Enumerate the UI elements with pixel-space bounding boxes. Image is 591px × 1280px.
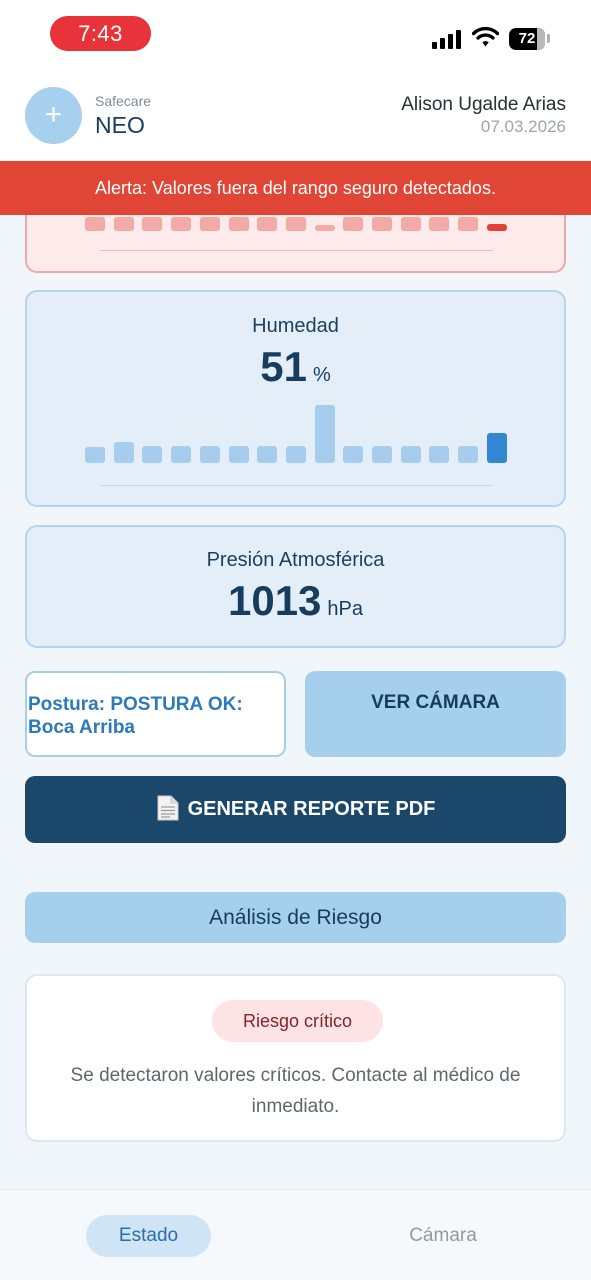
temperature-bar <box>458 217 478 231</box>
humidity-bar <box>458 446 478 463</box>
humidity-bar <box>200 446 220 463</box>
temperature-bar <box>229 217 249 231</box>
risk-status-badge: Riesgo crítico <box>212 1000 383 1042</box>
risk-card: Riesgo crítico Se detectaron valores crí… <box>25 974 566 1142</box>
posture-line-1: Postura: POSTURA OK: <box>28 694 243 715</box>
temperature-bar <box>315 225 335 231</box>
humidity-bar <box>286 446 306 463</box>
humidity-baseline <box>100 485 493 486</box>
humidity-bar <box>487 433 507 463</box>
temperature-bar <box>85 217 105 231</box>
nav-tab-estado[interactable]: Estado <box>86 1215 211 1257</box>
user-name: Alison Ugalde Arias <box>401 94 566 115</box>
brand-name: NEO <box>95 112 145 138</box>
pressure-unit: hPa <box>327 598 364 620</box>
document-icon <box>157 795 179 821</box>
humidity-bar <box>343 446 363 463</box>
wifi-icon <box>472 26 499 47</box>
temperature-bar <box>286 217 306 231</box>
humidity-bar <box>114 442 134 463</box>
signal-icon <box>432 30 461 49</box>
pressure-value: 1013 <box>227 577 322 624</box>
humidity-title: Humedad <box>252 315 339 337</box>
humidity-bar <box>429 446 449 463</box>
status-time[interactable]: 7:43 <box>50 16 151 51</box>
temperature-bar <box>142 217 162 231</box>
temperature-bar <box>372 217 392 231</box>
humidity-bars <box>85 403 510 463</box>
temperature-bar <box>487 224 507 231</box>
humidity-bar <box>85 447 105 463</box>
humidity-bar <box>401 446 421 463</box>
pressure-value-row: 1013 hPa <box>27 577 564 625</box>
posture-line-2: Boca Arriba <box>28 717 135 738</box>
view-camera-button[interactable]: VER CÁMARA <box>305 671 566 757</box>
generate-pdf-button[interactable]: GENERAR REPORTE PDF <box>25 776 566 843</box>
alert-banner: Alerta: Valores fuera del rango seguro d… <box>0 161 591 215</box>
posture-status: Postura: POSTURA OK: Boca Arriba <box>25 671 286 757</box>
plus-logo-icon: + <box>25 87 82 144</box>
temperature-bar <box>114 217 134 231</box>
humidity-value: 51 <box>260 343 307 390</box>
humidity-bar <box>171 446 191 463</box>
humidity-bar <box>372 446 392 463</box>
humidity-bar <box>142 446 162 463</box>
temperature-bar <box>257 217 277 231</box>
temperature-bar <box>429 217 449 231</box>
battery-level: 72 <box>518 30 536 47</box>
battery-icon: 72 <box>509 28 545 50</box>
temperature-bar <box>171 217 191 231</box>
current-date: 07.03.2026 <box>480 117 566 136</box>
pdf-button-label: GENERAR REPORTE PDF <box>187 798 436 820</box>
humidity-unit: % <box>312 364 331 386</box>
app-header: + Safecare NEO Alison Ugalde Arias 07.03… <box>0 72 591 160</box>
bottom-navigation: Estado Cámara <box>0 1189 591 1280</box>
humidity-value-row: 51% <box>27 343 564 391</box>
temperature-bar <box>343 217 363 231</box>
battery-tip <box>547 34 550 43</box>
pressure-title: Presión Atmosférica <box>206 549 385 571</box>
temperature-bar <box>401 217 421 231</box>
temperature-baseline <box>100 250 493 251</box>
humidity-card: Humedad 51% <box>25 290 566 507</box>
humidity-bar <box>315 405 335 463</box>
humidity-bar <box>229 446 249 463</box>
risk-analysis-header[interactable]: Análisis de Riesgo <box>25 892 566 943</box>
temperature-bar <box>200 217 220 231</box>
risk-message: Se detectaron valores críticos. Contacte… <box>70 1065 521 1117</box>
pressure-card: Presión Atmosférica 1013 hPa <box>25 525 566 648</box>
brand-subtitle: Safecare <box>95 93 152 109</box>
nav-tab-camara[interactable]: Cámara <box>383 1215 503 1257</box>
humidity-bar <box>257 446 277 463</box>
status-bar: 7:43 72 <box>0 0 591 72</box>
